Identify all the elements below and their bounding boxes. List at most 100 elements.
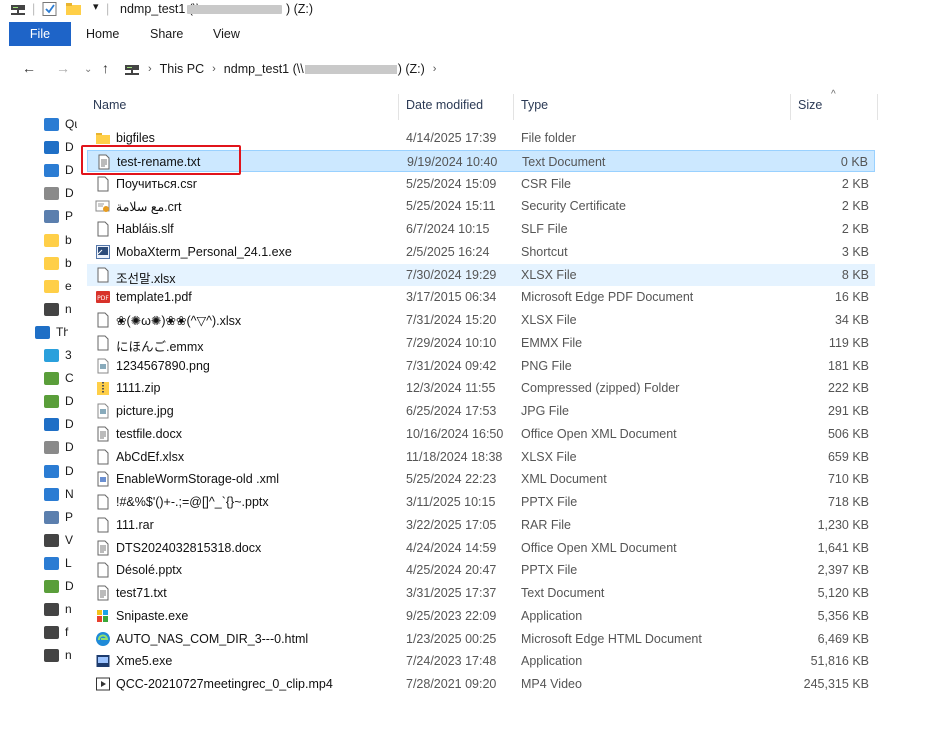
- recent-locations-icon[interactable]: ⌄: [84, 64, 92, 75]
- file-row[interactable]: AbCdEf.xlsx 11/18/2024 18:38 XLSX File 659 …: [87, 446, 875, 468]
- file-date-modified: 6/25/2024 17:53: [406, 404, 497, 418]
- file-row[interactable]: Désolé.pptx 4/25/2024 20:47 PPTX File 2,397…: [87, 559, 875, 581]
- file-row[interactable]: testfile.docx 10/16/2024 16:50 Office Open…: [87, 423, 875, 445]
- forward-arrow-icon[interactable]: →: [56, 60, 70, 76]
- column-header-type[interactable]: Type: [521, 98, 548, 112]
- file-row[interactable]: ❀(✺ω✺)❀❀(^▽^).xlsx 7/31/2024 15:20 XLSX Fi…: [87, 309, 875, 331]
- file-size: 1,230 KB: [817, 517, 869, 532]
- network-drive-icon: [125, 65, 139, 75]
- nav-item[interactable]: D: [44, 579, 84, 595]
- file-date-modified: 4/24/2024 14:59: [406, 540, 497, 555]
- file-row[interactable]: 1111.zip 12/3/2024 11:55 Compressed (zippe…: [87, 377, 875, 399]
- nav-item[interactable]: n: [44, 302, 84, 318]
- file-row[interactable]: !#&%$'()+-.;=@[]^_`{}~.pptx 3/11/2025 10:…: [87, 491, 875, 513]
- nav-item-label: n: [65, 648, 72, 663]
- file-type: XLSX File: [521, 449, 577, 464]
- nav-item[interactable]: V: [44, 533, 84, 549]
- nav-item[interactable]: D: [44, 186, 84, 202]
- file-date-modified: 12/3/2024 11:55: [406, 381, 496, 396]
- column-divider[interactable]: [398, 94, 399, 120]
- svg-text:PDF: PDF: [97, 295, 109, 302]
- image-icon: [95, 403, 111, 419]
- file-row[interactable]: AUTO_NAS_COM_DIR_3---0.html 1/23/2025 00:…: [87, 628, 875, 650]
- file-row[interactable]: にほんご.emmx 7/29/2024 10:10 EMMX File 119 KB: [87, 332, 875, 354]
- nav-item[interactable]: D: [44, 464, 84, 480]
- customize-toolbar-icon[interactable]: ▾: [93, 0, 99, 13]
- tab-home[interactable]: Home: [86, 27, 119, 41]
- nav-item[interactable]: n: [44, 602, 84, 618]
- column-divider[interactable]: [877, 94, 878, 120]
- chevron-right-icon[interactable]: ›: [148, 63, 152, 75]
- file-row[interactable]: PDF template1.pdf 3/17/2015 06:34 Microsoft…: [87, 286, 875, 308]
- file-row[interactable]: DTS2024032815318.docx 4/24/2024 14:59 Offi…: [87, 537, 875, 559]
- nav-item[interactable]: L: [44, 556, 84, 572]
- nav-item[interactable]: b: [44, 256, 84, 272]
- file-type: Office Open XML Document: [521, 426, 677, 441]
- breadcrumb-this-pc[interactable]: This PC: [160, 62, 204, 76]
- column-divider[interactable]: [513, 94, 514, 120]
- file-row[interactable]: QCC-20210727meetingrec_0_clip.mp4 7/28/20…: [87, 673, 875, 695]
- file-size: 181 KB: [827, 358, 869, 373]
- file-name: Xme5.exe: [116, 654, 173, 669]
- file-size: 222 KB: [827, 381, 869, 396]
- file-row[interactable]: Habláis.slf 6/7/2024 10:15 SLF File 2 KB: [87, 218, 875, 240]
- nav-item[interactable]: D: [44, 140, 84, 156]
- star-icon: [44, 118, 59, 131]
- nav-item[interactable]: P: [44, 510, 84, 526]
- nav-item[interactable]: 3: [44, 348, 84, 364]
- file-date-modified: 4/25/2024 20:47: [406, 563, 497, 578]
- nav-item[interactable]: C: [44, 371, 84, 387]
- redacted-host: [304, 65, 397, 75]
- file-row[interactable]: Поучиться.csr 5/25/2024 15:09 CSR File 2 KB: [87, 173, 875, 195]
- tab-share[interactable]: Share: [150, 27, 183, 41]
- file-row[interactable]: picture.jpg 6/25/2024 17:53 JPG File 291 KB: [87, 400, 875, 422]
- file-row[interactable]: EnableWormStorage-old .xml 5/25/2024 22:2…: [87, 468, 875, 490]
- file-row[interactable]: 111.rar 3/22/2025 17:05 RAR File 1,230 KB: [87, 514, 875, 536]
- file-row[interactable]: test71.txt 3/31/2025 17:37 Text Document 5,…: [87, 582, 875, 604]
- nav-item-label: D: [65, 417, 74, 432]
- file-date-modified: 9/25/2023 22:09: [406, 608, 497, 623]
- chevron-right-icon[interactable]: ›: [433, 63, 437, 75]
- file-row[interactable]: Xme5.exe 7/24/2023 17:48 Application 51,816…: [87, 650, 875, 672]
- column-header-name[interactable]: Name: [93, 98, 126, 112]
- nav-item[interactable]: D: [44, 440, 84, 456]
- file-date-modified: 5/25/2024 22:23: [406, 472, 497, 487]
- nav-item[interactable]: Th: [35, 325, 75, 341]
- file-type: Microsoft Edge PDF Document: [521, 290, 694, 305]
- file-date-modified: 6/7/2024 10:15: [406, 222, 490, 236]
- column-header-size[interactable]: Size: [798, 98, 822, 112]
- nav-item[interactable]: P: [44, 209, 84, 225]
- file-row[interactable]: Snipaste.exe 9/25/2023 22:09 Application 5,…: [87, 605, 875, 627]
- file-row[interactable]: 1234567890.png 7/31/2024 09:42 PNG File 181…: [87, 355, 875, 377]
- nav-item[interactable]: N: [44, 487, 84, 503]
- nav-item[interactable]: D: [44, 394, 84, 410]
- column-divider[interactable]: [790, 94, 791, 120]
- file-size: 51,816 KB: [810, 654, 869, 669]
- nav-item[interactable]: Qu: [44, 117, 84, 133]
- file-type: XLSX File: [521, 267, 577, 282]
- nav-item[interactable]: e: [44, 279, 84, 295]
- snipaste-icon: [95, 608, 111, 624]
- breadcrumb-share[interactable]: ndmp_test1 (\\) (Z:): [224, 62, 425, 76]
- column-header-date[interactable]: Date modified: [406, 98, 483, 112]
- file-row[interactable]: MobaXterm_Personal_24.1.exe 2/5/2025 16:2…: [87, 241, 875, 263]
- nav-item[interactable]: b: [44, 233, 84, 249]
- tab-view[interactable]: View: [213, 27, 240, 41]
- nav-item[interactable]: f: [44, 625, 84, 641]
- new-folder-icon[interactable]: [66, 2, 82, 16]
- file-size: 2,397 KB: [817, 563, 869, 578]
- properties-icon[interactable]: [42, 2, 58, 16]
- file-type: File folder: [521, 131, 576, 145]
- back-arrow-icon[interactable]: ←: [22, 60, 36, 76]
- folder-icon: [44, 233, 59, 247]
- nav-item[interactable]: D: [44, 417, 84, 433]
- nav-item[interactable]: D: [44, 163, 84, 179]
- up-arrow-icon[interactable]: ↑: [102, 60, 109, 76]
- file-row[interactable]: مع سلامة.crt 5/25/2024 15:11 Security Cert…: [87, 195, 875, 217]
- chevron-right-icon[interactable]: ›: [212, 63, 216, 75]
- tab-file[interactable]: File: [9, 22, 71, 46]
- nav-item[interactable]: n: [44, 648, 84, 664]
- file-row[interactable]: 조선말.xlsx 7/30/2024 19:29 XLSX File 8 KB: [87, 263, 875, 286]
- file-name: にほんご.emmx: [116, 339, 204, 354]
- file-name: AbCdEf.xlsx: [116, 449, 185, 464]
